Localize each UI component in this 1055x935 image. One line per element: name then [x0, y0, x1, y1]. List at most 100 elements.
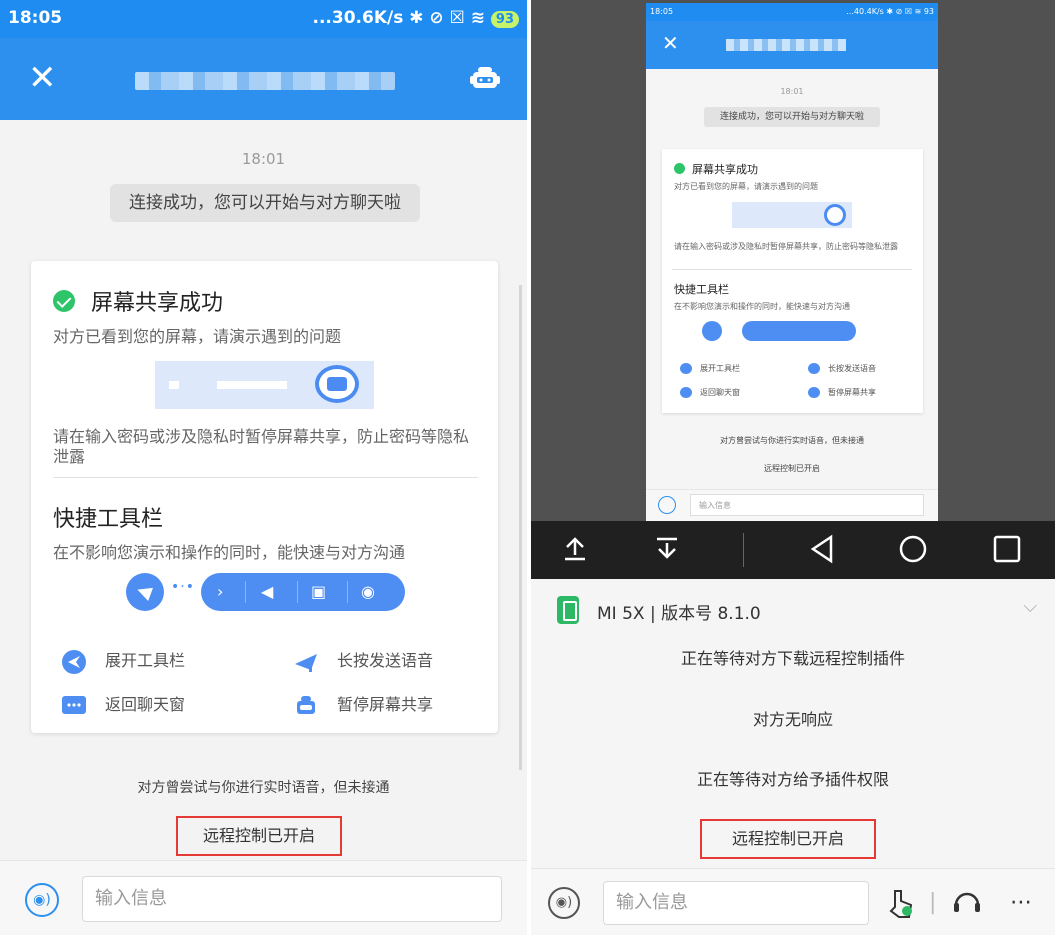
mini-legend-item: 展开工具栏	[680, 363, 740, 374]
status-message: 正在等待对方给予插件权限	[696, 770, 889, 789]
mini-timestamp: 18:01	[780, 87, 804, 96]
mini-toolbar-title: 快捷工具栏	[674, 283, 729, 296]
card-subtitle: 对方已看到您的屏幕，请演示遇到的问题	[53, 327, 342, 346]
mini-card-subtitle: 对方已看到您的屏幕，请演示遇到的问题	[674, 182, 818, 191]
voice-icon[interactable]: ◉)	[25, 883, 59, 917]
separator: |	[929, 890, 937, 915]
battery-icon: 93	[490, 11, 519, 28]
blurred-title	[726, 39, 846, 51]
chevron-down-icon[interactable]: ⌵	[1023, 596, 1037, 617]
status-bar: 18:05 ...30.6K/s ✱ ⊘ ☒ ≋ 93	[0, 0, 527, 38]
legend-item: 展开工具栏	[61, 647, 185, 674]
legend-item: 暂停屏幕共享	[293, 691, 433, 718]
download-icon[interactable]	[647, 531, 687, 567]
check-circle-icon	[674, 163, 685, 174]
device-info-row[interactable]: MI 5X | 版本号 8.1.0 ⌵	[557, 596, 1037, 624]
mini-card-warning: 请在输入密码或涉及隐私时暂停屏幕共享，防止密码等隐私泄露	[674, 242, 898, 251]
call-status-message: 对方曾尝试与你进行实时语音，但未接通	[137, 780, 390, 796]
blurred-title	[135, 72, 395, 90]
mini-status-bar: 18:05 ...40.4K/s ✱ ⊘ ☒ ≋ 93	[646, 3, 938, 21]
scrollbar[interactable]	[519, 285, 522, 770]
status-time: 18:05	[8, 8, 63, 28]
toolbar-expand-icon	[702, 321, 722, 341]
mini-input-bar: 输入信息	[646, 489, 938, 521]
mini-legend-item: 长按发送语音	[808, 363, 876, 374]
home-circle-icon[interactable]	[893, 531, 933, 567]
pause-share-icon	[297, 695, 315, 714]
separator	[743, 533, 744, 567]
remote-control-status: 远程控制已开启	[700, 819, 876, 859]
mini-system-message: 连接成功，您可以开始与对方聊天啦	[704, 107, 880, 127]
input-bar: ◉) 输入信息	[0, 860, 527, 935]
chat-timestamp: 18:01	[241, 150, 286, 168]
chevron-right-icon: ›	[217, 582, 224, 601]
remote-navigation-bar	[531, 521, 1055, 579]
divider	[672, 269, 912, 270]
voice-icon[interactable]: ◉)	[548, 887, 580, 919]
right-remote-panel: 18:05 ...40.4K/s ✱ ⊘ ☒ ≋ 93 ✕ 18:01 连接成功…	[531, 0, 1055, 935]
send-voice-icon	[295, 653, 317, 672]
mini-share-card: 屏幕共享成功 对方已看到您的屏幕，请演示遇到的问题 请在输入密码或涉及隐私时暂停…	[662, 149, 923, 413]
status-network: ...30.6K/s ✱ ⊘ ☒ ≋	[312, 8, 491, 28]
phone-icon	[557, 596, 579, 624]
expand-toolbar-icon	[62, 649, 86, 674]
chat-icon	[62, 695, 86, 714]
mini-status-indicators: ...40.4K/s ✱ ⊘ ☒ ≋ 93	[846, 7, 934, 16]
app-bar: ✕	[0, 38, 527, 120]
status-message: 对方无响应	[752, 710, 833, 729]
close-icon[interactable]: ✕	[28, 60, 60, 96]
status-message: 正在等待对方下载远程控制插件	[680, 649, 905, 668]
recents-square-icon[interactable]	[987, 531, 1027, 567]
status-indicators: ...30.6K/s ✱ ⊘ ☒ ≋ 93	[313, 8, 519, 28]
check-circle-icon	[53, 290, 75, 312]
legend-label: 暂停屏幕共享	[337, 695, 434, 714]
upload-icon[interactable]	[555, 531, 595, 567]
legend-item: 返回聊天窗	[61, 691, 185, 718]
input-bar: ◉) 输入信息 | ⋯	[531, 868, 1055, 935]
robot-icon[interactable]	[468, 64, 502, 94]
legend-label: 返回聊天窗	[105, 695, 186, 714]
dots-icon: •·•	[171, 579, 195, 595]
chat-area: 18:01 连接成功，您可以开始与对方聊天啦 屏幕共享成功 对方已看到您的屏幕，…	[0, 120, 527, 860]
legend-label: 长按发送语音	[337, 651, 434, 670]
toolbar-subtitle: 在不影响您演示和操作的同时，能快速与对方沟通	[53, 543, 406, 562]
mini-message-input: 输入信息	[690, 494, 924, 516]
mini-app-bar: ✕	[646, 21, 938, 69]
mini-toolbar-subtitle: 在不影响您演示和操作的同时，能快速与对方沟通	[674, 302, 850, 311]
chat-icon: ▣	[311, 582, 327, 601]
divider	[53, 477, 478, 478]
message-input[interactable]: 输入信息	[82, 876, 502, 922]
mini-legend-item: 返回聊天窗	[680, 387, 740, 398]
toolbar-title: 快捷工具栏	[53, 507, 164, 532]
legend-item: 长按发送语音	[293, 647, 433, 674]
card-title: 屏幕共享成功	[91, 291, 224, 316]
legend-label: 展开工具栏	[105, 651, 186, 670]
share-illustration	[732, 202, 852, 228]
privacy-warning: 请在输入密码或涉及隐私时暂停屏幕共享，防止密码等隐私泄露	[53, 427, 470, 466]
share-success-card: 屏幕共享成功 对方已看到您的屏幕，请演示遇到的问题 请在输入密码或涉及隐私时暂停…	[31, 261, 498, 733]
remote-control-status: 远程控制已开启	[176, 816, 342, 856]
message-input[interactable]: 输入信息	[603, 881, 869, 925]
left-phone-screen: 18:05 ...30.6K/s ✱ ⊘ ☒ ≋ 93 ✕ 18:01 连接成功…	[0, 0, 527, 935]
more-icon[interactable]: ⋯	[1001, 885, 1041, 921]
close-icon: ✕	[662, 31, 679, 55]
mini-card-title: 屏幕共享成功	[692, 163, 758, 176]
share-illustration	[155, 361, 374, 409]
toolbar-expand-icon	[126, 573, 164, 611]
remote-screen-backdrop: 18:05 ...40.4K/s ✱ ⊘ ☒ ≋ 93 ✕ 18:01 连接成功…	[531, 0, 1055, 521]
toolbar-preview	[742, 321, 856, 341]
headset-icon[interactable]	[949, 885, 985, 921]
device-label: MI 5X | 版本号 8.1.0	[597, 604, 761, 624]
voice-icon	[658, 496, 676, 514]
remote-screen-mirror[interactable]: 18:05 ...40.4K/s ✱ ⊘ ☒ ≋ 93 ✕ 18:01 连接成功…	[646, 3, 938, 521]
robot-icon	[315, 365, 359, 403]
mini-call-status: 对方曾尝试与你进行实时语音，但未接通	[720, 436, 864, 445]
mini-legend-item: 暂停屏幕共享	[808, 387, 876, 398]
send-voice-icon: ◀	[261, 582, 274, 601]
system-message: 连接成功，您可以开始与对方聊天啦	[110, 184, 420, 222]
back-triangle-icon[interactable]	[803, 531, 843, 567]
gesture-control-icon[interactable]	[887, 885, 917, 921]
mini-status-time: 18:05	[650, 7, 674, 16]
robot-icon: ◉	[361, 582, 375, 601]
toolbar-preview: › ◀ ▣ ◉	[201, 573, 405, 611]
